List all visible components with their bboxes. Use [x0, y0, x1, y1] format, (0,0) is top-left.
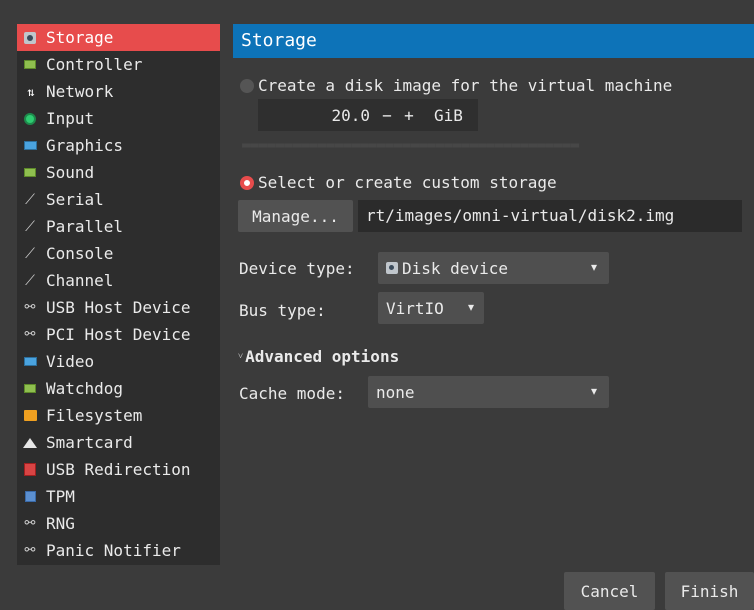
usb-icon: ⚯: [24, 516, 36, 531]
sidebar-item-panic-notifier[interactable]: ⚯ Panic Notifier: [17, 537, 220, 564]
sidebar-item-label: Serial: [46, 190, 104, 209]
device-type-label: Device type:: [239, 259, 355, 278]
advanced-options-expander[interactable]: ˅ Advanced options: [238, 347, 399, 366]
sidebar-item-label: Watchdog: [46, 379, 124, 398]
advanced-options-label: Advanced options: [245, 347, 400, 366]
bus-type-value: VirtIO: [386, 298, 444, 318]
sidebar-item-label: Sound: [46, 163, 95, 182]
storage-path-input[interactable]: rt/images/omni-virtual/disk2.img: [358, 200, 742, 232]
sidebar-item-rng[interactable]: ⚯ RNG: [17, 510, 220, 537]
create-disk-radio[interactable]: Create a disk image for the virtual mach…: [240, 76, 672, 95]
hdd-icon: [23, 31, 37, 45]
sidebar-item-parallel[interactable]: ⟋ Parallel: [17, 213, 220, 240]
port-icon: ⟋: [25, 245, 35, 262]
cache-mode-value: none: [376, 382, 415, 402]
sidebar-item-network[interactable]: ⇅ Network: [17, 78, 220, 105]
sidebar-item-label: PCI Host Device: [46, 325, 191, 344]
usb-icon: ⚯: [24, 327, 36, 342]
cache-mode-label: Cache mode:: [239, 384, 345, 403]
port-icon: ⟋: [25, 218, 35, 235]
finish-button[interactable]: Finish: [665, 572, 754, 610]
input-icon: [23, 112, 37, 126]
sidebar-item-label: RNG: [46, 514, 75, 533]
chevron-down-icon: ▼: [467, 302, 474, 314]
expander-arrow-icon: ˅: [238, 352, 244, 362]
sidebar-item-usb-host-device[interactable]: ⚯ USB Host Device: [17, 294, 220, 321]
sidebar-item-console[interactable]: ⟋ Console: [17, 240, 220, 267]
sidebar-item-graphics[interactable]: Graphics: [17, 132, 220, 159]
sidebar-item-video[interactable]: Video: [17, 348, 220, 375]
smartcard-icon: [23, 436, 37, 450]
device-list: Storage Controller ⇅ Network Input Graph…: [17, 24, 220, 565]
increment-button[interactable]: +: [398, 106, 420, 125]
sidebar-item-label: Channel: [46, 271, 114, 290]
sidebar-item-label: Controller: [46, 55, 143, 74]
chevron-down-icon: ▼: [590, 386, 597, 398]
sidebar-item-label: Input: [46, 109, 95, 128]
decrement-button[interactable]: −: [376, 106, 398, 125]
sidebar-item-label: Console: [46, 244, 114, 263]
sidebar-item-label: Storage: [46, 28, 114, 47]
sidebar-item-input[interactable]: Input: [17, 105, 220, 132]
sidebar-item-storage[interactable]: Storage: [17, 24, 220, 51]
tpm-icon: [23, 490, 37, 504]
monitor-icon: [23, 139, 37, 153]
manage-button[interactable]: Manage...: [238, 200, 353, 232]
board-icon: [23, 58, 37, 72]
create-disk-label: Create a disk image for the virtual mach…: [258, 76, 673, 95]
sidebar-item-channel[interactable]: ⟋ Channel: [17, 267, 220, 294]
usb-icon: ⚯: [24, 543, 36, 558]
sidebar-item-tpm[interactable]: TPM: [17, 483, 220, 510]
sidebar-item-smartcard[interactable]: Smartcard: [17, 429, 220, 456]
sidebar-item-sound[interactable]: Sound: [17, 159, 220, 186]
device-type-dropdown[interactable]: Disk device ▼: [378, 252, 609, 284]
sidebar-item-serial[interactable]: ⟋ Serial: [17, 186, 220, 213]
radio-unselected-icon: [240, 78, 254, 93]
custom-storage-radio[interactable]: Select or create custom storage: [240, 173, 557, 192]
port-icon: ⟋: [25, 272, 35, 289]
sidebar-item-label: USB Host Device: [46, 298, 191, 317]
page-title: Storage: [233, 24, 754, 58]
cancel-button[interactable]: Cancel: [564, 572, 655, 610]
custom-storage-label: Select or create custom storage: [258, 173, 557, 192]
sidebar-item-usb-redirection[interactable]: USB Redirection: [17, 456, 220, 483]
bus-type-dropdown[interactable]: VirtIO ▼: [378, 292, 484, 324]
disabled-hint-line: ▬▬▬▬▬▬▬▬▬▬▬▬▬▬▬▬▬▬▬▬▬▬▬▬▬▬▬▬▬▬▬▬▬▬▬▬▬▬▬▬: [242, 137, 580, 153]
radio-selected-icon: [240, 175, 254, 190]
sidebar-item-watchdog[interactable]: Watchdog: [17, 375, 220, 402]
sidebar-item-label: Smartcard: [46, 433, 133, 452]
disk-size-stepper[interactable]: 20.0 − + GiB: [258, 99, 478, 131]
sidebar-item-label: Panic Notifier: [46, 541, 181, 560]
sidebar-item-controller[interactable]: Controller: [17, 51, 220, 78]
sidebar-item-filesystem[interactable]: Filesystem: [17, 402, 220, 429]
sidebar-item-label: Graphics: [46, 136, 124, 155]
sidebar-item-label: Filesystem: [46, 406, 143, 425]
network-icon: ⇅: [27, 84, 34, 99]
hdd-icon: [386, 262, 398, 274]
board-icon: [23, 382, 37, 396]
sidebar-item-label: Parallel: [46, 217, 124, 236]
board-icon: [23, 166, 37, 180]
device-type-value: Disk device: [402, 258, 508, 278]
port-icon: ⟋: [25, 191, 35, 208]
size-unit: GiB: [434, 105, 463, 125]
monitor-icon: [23, 355, 37, 369]
sidebar-item-label: TPM: [46, 487, 75, 506]
usb-icon: ⚯: [24, 300, 36, 315]
disk-size-value[interactable]: 20.0: [258, 106, 376, 125]
chevron-down-icon: ▼: [590, 262, 597, 274]
redirection-icon: [23, 463, 37, 477]
sidebar-item-pci-host-device[interactable]: ⚯ PCI Host Device: [17, 321, 220, 348]
sidebar-item-label: USB Redirection: [46, 460, 191, 479]
sidebar-item-label: Video: [46, 352, 95, 371]
folder-icon: [23, 409, 37, 423]
cache-mode-dropdown[interactable]: none ▼: [368, 376, 609, 408]
bus-type-label: Bus type:: [239, 301, 326, 320]
sidebar-item-label: Network: [46, 82, 114, 101]
